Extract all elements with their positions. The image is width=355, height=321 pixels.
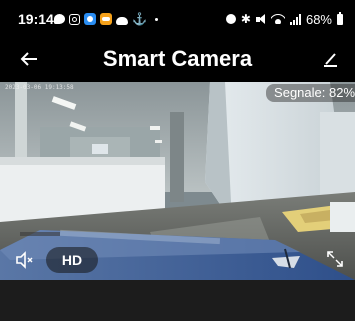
- dot-icon: [154, 17, 158, 21]
- alarm-icon: [225, 14, 236, 24]
- pencil-icon: [324, 53, 337, 67]
- app-header: Smart Camera: [0, 37, 355, 82]
- battery-icon: [337, 11, 343, 25]
- page-title: Smart Camera: [102, 46, 253, 71]
- orange-app-icon: [100, 13, 112, 25]
- video-timestamp: 2023-03-06 19:13:58: [5, 84, 74, 91]
- speaker-muted-icon: [16, 251, 33, 269]
- bluetooth-icon: ✱: [240, 12, 251, 26]
- quality-hd-button[interactable]: HD: [46, 247, 98, 273]
- edit-button[interactable]: [317, 45, 343, 73]
- wifi-icon: [270, 14, 285, 24]
- camera-video-feed[interactable]: 2023-03-06 19:13:58 Segnale: 82% HD: [0, 82, 355, 280]
- blue-app-icon: [84, 13, 96, 25]
- notification-icons: ⚓: [54, 10, 158, 28]
- mute-status-icon: [255, 14, 266, 24]
- mute-button[interactable]: [14, 251, 36, 269]
- fullscreen-button[interactable]: [325, 249, 345, 269]
- status-time: 19:14: [18, 11, 54, 27]
- chat-icon: [54, 14, 65, 24]
- signal-strength-badge: Segnale: 82%: [266, 84, 355, 102]
- fullscreen-icon: [327, 251, 343, 267]
- battery-percent: 68%: [305, 11, 332, 27]
- anchor-icon: ⚓: [132, 12, 147, 26]
- app-screen: 19:14 ⚓ ✱ 68% Smart Camera 2023-03-06 19…: [0, 0, 355, 321]
- controls-area: [0, 280, 355, 321]
- system-icons: ✱ 68%: [225, 10, 343, 28]
- instagram-icon: [69, 13, 80, 25]
- signal-icon: [289, 13, 301, 25]
- cloud-icon: [116, 16, 128, 25]
- status-bar: 19:14 ⚓ ✱ 68%: [0, 0, 355, 37]
